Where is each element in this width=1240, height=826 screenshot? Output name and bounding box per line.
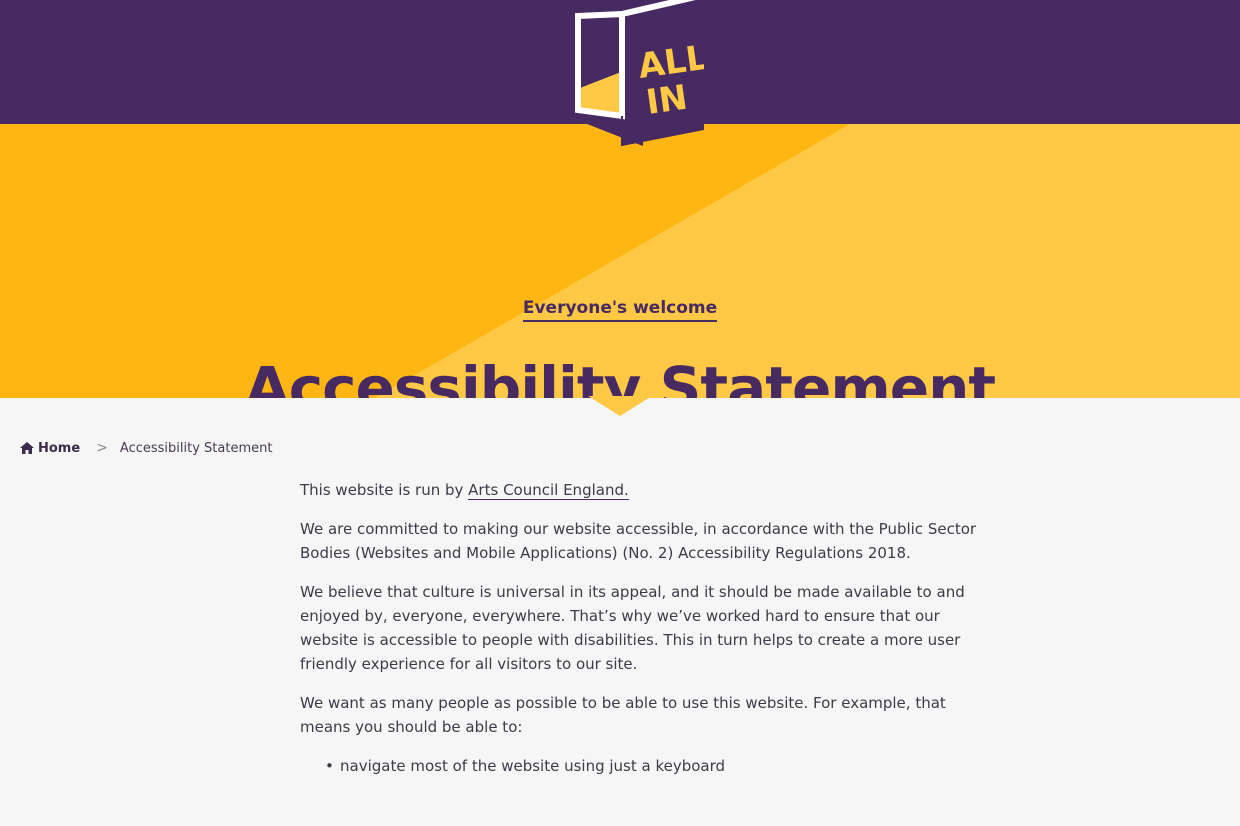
everyones-welcome-link[interactable]: Everyone's welcome [522, 298, 718, 322]
arts-council-england-link[interactable]: Arts Council England. [468, 481, 629, 500]
intro-text: This website is run by [300, 481, 469, 499]
all-in-logo[interactable]: ALL IN [562, 0, 710, 146]
hero-tagline: Everyone's welcome [0, 298, 1240, 322]
breadcrumb-home-link[interactable]: Home [20, 441, 80, 456]
list-item: navigate most of the website using just … [325, 754, 990, 778]
page-title: Accessibility Statement [244, 354, 996, 398]
logo-text-in: IN [644, 78, 690, 123]
commitment-paragraph: We are committed to making our website a… [300, 520, 977, 562]
breadcrumb: Home > Accessibility Statement [20, 438, 272, 458]
main-content: This website is run by Arts Council Engl… [300, 478, 990, 778]
intro-paragraph: This website is run by Arts Council Engl… [300, 478, 990, 502]
belief-paragraph: We believe that culture is universal in … [300, 583, 965, 673]
breadcrumb-current: Accessibility Statement [119, 440, 273, 456]
breadcrumb-separator: > [96, 440, 108, 456]
home-icon [20, 442, 34, 454]
logo-book-icon: ALL IN [575, 0, 710, 146]
abilities-list: navigate most of the website using just … [300, 754, 990, 778]
breadcrumb-home-label: Home [38, 440, 81, 456]
hero-banner: Everyone's welcome Accessibility Stateme… [0, 124, 1240, 398]
goal-paragraph: We want as many people as possible to be… [300, 694, 946, 736]
hero-notch [588, 396, 652, 416]
